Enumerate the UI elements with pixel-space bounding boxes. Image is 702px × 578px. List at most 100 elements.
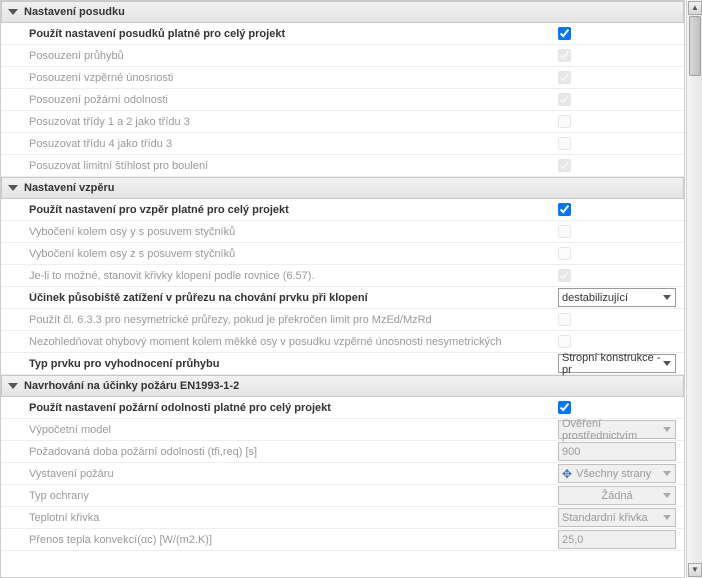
property-row: Vystavení požáru Všechny strany: [1, 463, 684, 485]
property-control: destabilizující: [558, 288, 678, 307]
checkbox[interactable]: [558, 27, 571, 40]
property-control: Stropní konstrukce - pr: [558, 354, 678, 373]
dropdown: Ověření prostřednictvím: [558, 420, 676, 439]
property-label: Vybočení kolem osy z s posuvem styčníků: [29, 248, 558, 260]
property-label: Typ prvku pro vyhodnocení průhybu: [29, 358, 558, 370]
property-grid: Nastavení posudku Použít nastavení posudk…: [0, 0, 685, 578]
property-label: Je-li to možné, stanovit křivky klopení …: [29, 270, 558, 282]
property-row: Účinek působiště zatížení v průřezu na c…: [1, 287, 684, 309]
checkbox: [558, 71, 571, 84]
property-control: [558, 269, 678, 282]
property-label: Přenos tepla konvekcí(αc) [W/(m2.K)]: [29, 534, 558, 546]
property-label: Použít nastavení posudků platné pro celý…: [29, 28, 558, 40]
property-label: Nezohledňovat ohybový moment kolem měkké…: [29, 336, 558, 348]
dropdown: Standardní křivka: [558, 508, 676, 527]
property-control: [558, 115, 678, 128]
scroll-up-button[interactable]: ▲: [688, 1, 702, 15]
property-label: Posouzení vzpěrné únosnosti: [29, 72, 558, 84]
section-header[interactable]: Navrhování na účinky požáru EN1993-1-2: [1, 375, 684, 397]
checkbox[interactable]: [558, 401, 571, 414]
property-row: Posouzení požární odolnosti: [1, 89, 684, 111]
property-label: Posuzovat třídu 4 jako třídu 3: [29, 138, 558, 150]
textbox-input: [562, 534, 672, 546]
property-row: Přenos tepla konvekcí(αc) [W/(m2.K)]: [1, 529, 684, 551]
checkbox: [558, 225, 571, 238]
dropdown-value: Žádná: [601, 490, 632, 502]
scroll-thumb[interactable]: [689, 16, 701, 76]
property-label: Použít čl. 6.3.3 pro nesymetrické průřez…: [29, 314, 558, 326]
dropdown: Žádná: [558, 486, 676, 505]
property-control: [558, 49, 678, 62]
property-label: Teplotní křivka: [29, 512, 558, 524]
property-control: [558, 27, 678, 40]
property-control: [558, 71, 678, 84]
dropdown-value: Stropní konstrukce - pr: [562, 352, 672, 376]
textbox: [558, 442, 676, 461]
property-label: Vybočení kolem osy y s posuvem styčníků: [29, 226, 558, 238]
checkbox: [558, 247, 571, 260]
property-row: Výpočetní model Ověření prostřednictvím: [1, 419, 684, 441]
section-title: Nastavení vzpěru: [24, 182, 114, 194]
dropdown-value: Všechny strany: [576, 468, 651, 480]
checkbox: [558, 159, 571, 172]
property-row: Posouzení vzpěrné únosnosti: [1, 67, 684, 89]
property-control: [558, 93, 678, 106]
vertical-scrollbar[interactable]: ▲ ▼: [686, 0, 702, 578]
property-control: Standardní křivka: [558, 508, 678, 527]
property-control: [558, 203, 678, 216]
checkbox: [558, 93, 571, 106]
dropdown-value: destabilizující: [562, 292, 628, 304]
textbox-input: [562, 446, 672, 458]
collapse-icon: [8, 9, 18, 15]
textbox: [558, 530, 676, 549]
property-control: [558, 313, 678, 326]
property-control: [558, 442, 678, 461]
property-label: Typ ochrany: [29, 490, 558, 502]
property-row: Posouzení průhybů: [1, 45, 684, 67]
property-label: Požadovaná doba požární odolnosti (tfi,r…: [29, 446, 558, 458]
collapse-icon: [8, 383, 18, 389]
property-control: [558, 247, 678, 260]
section-title: Nastavení posudku: [24, 6, 125, 18]
property-control: Všechny strany: [558, 464, 678, 483]
property-row: Použít nastavení požární odolnosti platn…: [1, 397, 684, 419]
collapse-icon: [8, 185, 18, 191]
property-control: [558, 530, 678, 549]
property-row: Použít nastavení posudků platné pro celý…: [1, 23, 684, 45]
property-control: [558, 137, 678, 150]
dropdown: Všechny strany: [558, 464, 676, 483]
property-row: Použít nastavení pro vzpěr platné pro ce…: [1, 199, 684, 221]
scroll-down-button[interactable]: ▼: [688, 563, 702, 577]
checkbox: [558, 313, 571, 326]
property-row: Vybočení kolem osy y s posuvem styčníků: [1, 221, 684, 243]
property-row: Vybočení kolem osy z s posuvem styčníků: [1, 243, 684, 265]
property-row: Použít čl. 6.3.3 pro nesymetrické průřez…: [1, 309, 684, 331]
checkbox: [558, 115, 571, 128]
property-control: [558, 335, 678, 348]
property-label: Použít nastavení pro vzpěr platné pro ce…: [29, 204, 558, 216]
property-label: Účinek působiště zatížení v průřezu na c…: [29, 292, 558, 304]
property-label: Posouzení průhybů: [29, 50, 558, 62]
checkbox: [558, 335, 571, 348]
dropdown-value: Ověření prostřednictvím: [562, 418, 672, 442]
dropdown[interactable]: Stropní konstrukce - pr: [558, 354, 676, 373]
dropdown[interactable]: destabilizující: [558, 288, 676, 307]
property-row: Posuzovat limitní štíhlost pro boulení: [1, 155, 684, 177]
property-label: Výpočetní model: [29, 424, 558, 436]
property-row: Nezohledňovat ohybový moment kolem měkké…: [1, 331, 684, 353]
section-header[interactable]: Nastavení posudku: [1, 1, 684, 23]
property-control: Žádná: [558, 486, 678, 505]
property-control: [558, 225, 678, 238]
property-row: Typ prvku pro vyhodnocení průhybu Stropní…: [1, 353, 684, 375]
property-control: [558, 159, 678, 172]
checkbox[interactable]: [558, 203, 571, 216]
property-row: Typ ochrany Žádná: [1, 485, 684, 507]
checkbox: [558, 269, 571, 282]
property-label: Vystavení požáru: [29, 468, 558, 480]
property-row: Posuzovat třídy 1 a 2 jako třídu 3: [1, 111, 684, 133]
property-label: Posouzení požární odolnosti: [29, 94, 558, 106]
checkbox: [558, 49, 571, 62]
section-header[interactable]: Nastavení vzpěru: [1, 177, 684, 199]
property-label: Posuzovat limitní štíhlost pro boulení: [29, 160, 558, 172]
property-label: Posuzovat třídy 1 a 2 jako třídu 3: [29, 116, 558, 128]
